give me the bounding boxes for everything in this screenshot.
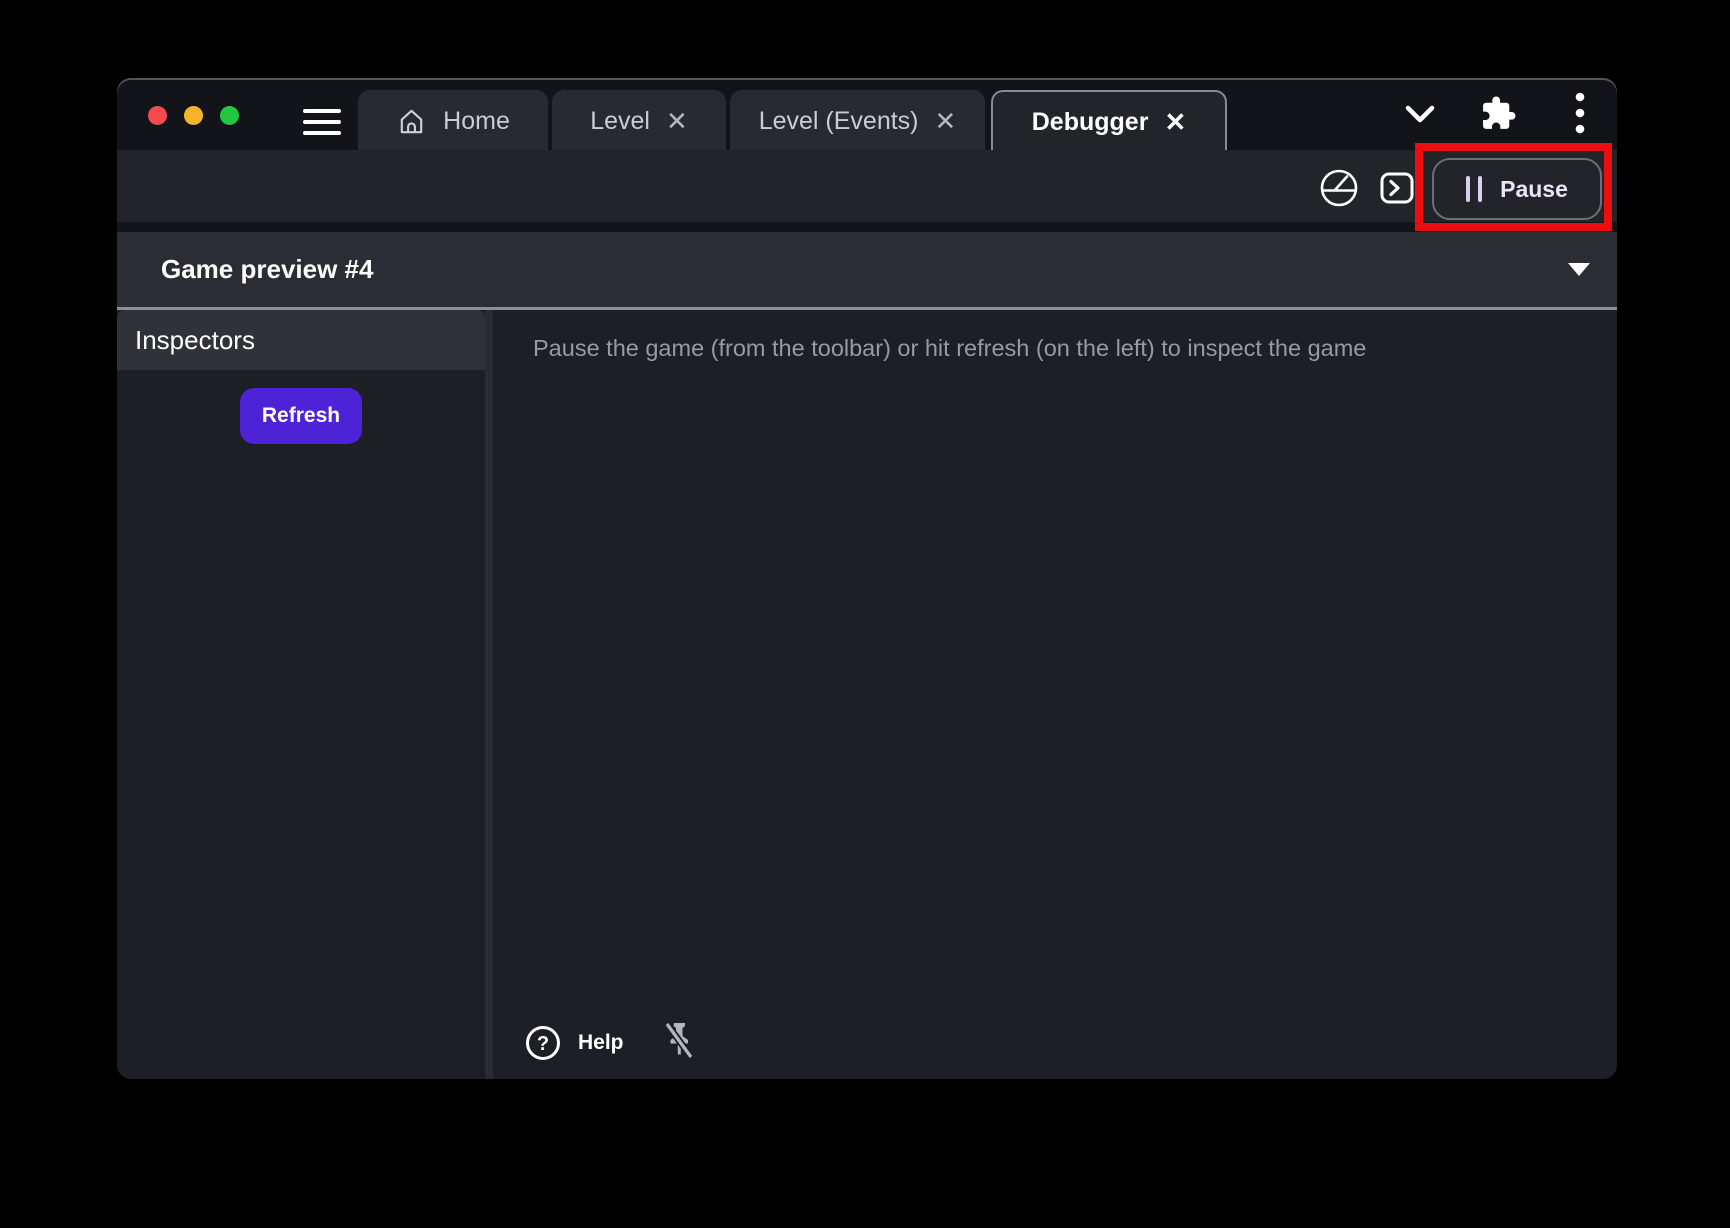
minimize-window-button[interactable]: [184, 106, 203, 125]
game-preview-dropdown[interactable]: Game preview #4: [117, 232, 1617, 310]
maximize-window-button[interactable]: [220, 106, 239, 125]
bottom-actions: ? Help: [524, 1018, 698, 1067]
tab-debugger[interactable]: Debugger ✕: [991, 90, 1227, 152]
tab-bar: Home Level ✕ Level (Events) ✕ Debugger ✕: [117, 78, 1617, 152]
tab-label: Level (Events): [759, 107, 919, 136]
home-icon: [396, 106, 427, 137]
inspectors-sidebar: Inspectors Refresh: [117, 310, 485, 1079]
tab-label: Home: [443, 107, 510, 136]
panel-resize-handle[interactable]: [485, 310, 493, 1079]
tab-label: Debugger: [1032, 108, 1149, 137]
profiler-gauge-icon[interactable]: [1317, 166, 1361, 213]
inspectors-title: Inspectors: [135, 325, 255, 356]
dropdown-caret-icon[interactable]: [1568, 263, 1590, 276]
debugger-toolbar: Pause: [117, 150, 1617, 222]
tab-label: Level: [590, 107, 650, 136]
console-icon[interactable]: [1377, 168, 1417, 211]
inspector-content-area: Pause the game (from the toolbar) or hit…: [493, 310, 1617, 1079]
tab-home[interactable]: Home: [358, 90, 548, 152]
close-tab-icon[interactable]: ✕: [666, 108, 688, 134]
window-controls: [148, 106, 239, 125]
extensions-puzzle-icon[interactable]: [1480, 95, 1517, 137]
game-preview-title: Game preview #4: [161, 232, 373, 307]
pause-button[interactable]: Pause: [1432, 158, 1602, 220]
tab-level-events[interactable]: Level (Events) ✕: [730, 90, 985, 152]
pause-button-label: Pause: [1500, 176, 1568, 203]
empty-state-message: Pause the game (from the toolbar) or hit…: [533, 335, 1366, 362]
debugger-content: Inspectors Refresh Pause the game (from …: [117, 310, 1617, 1079]
kebab-menu-icon[interactable]: [1574, 91, 1586, 140]
close-window-button[interactable]: [148, 106, 167, 125]
close-tab-icon[interactable]: ✕: [935, 108, 957, 134]
close-tab-icon[interactable]: ✕: [1164, 109, 1186, 135]
app-window: Home Level ✕ Level (Events) ✕ Debugger ✕: [117, 78, 1617, 1079]
inspectors-header: Inspectors: [117, 310, 485, 370]
refresh-button[interactable]: Refresh: [240, 388, 362, 444]
help-label: Help: [578, 1031, 624, 1055]
pause-icon: [1466, 176, 1482, 202]
svg-text:?: ?: [537, 1033, 549, 1055]
tab-list: Home Level ✕ Level (Events) ✕ Debugger ✕: [358, 90, 1227, 152]
unpin-icon[interactable]: [660, 1018, 698, 1067]
chevron-down-icon[interactable]: [1401, 99, 1439, 134]
hamburger-menu-icon[interactable]: [303, 109, 341, 142]
tab-level[interactable]: Level ✕: [552, 90, 726, 152]
help-button[interactable]: ? Help: [524, 1024, 624, 1062]
question-circle-icon: ?: [524, 1024, 562, 1062]
